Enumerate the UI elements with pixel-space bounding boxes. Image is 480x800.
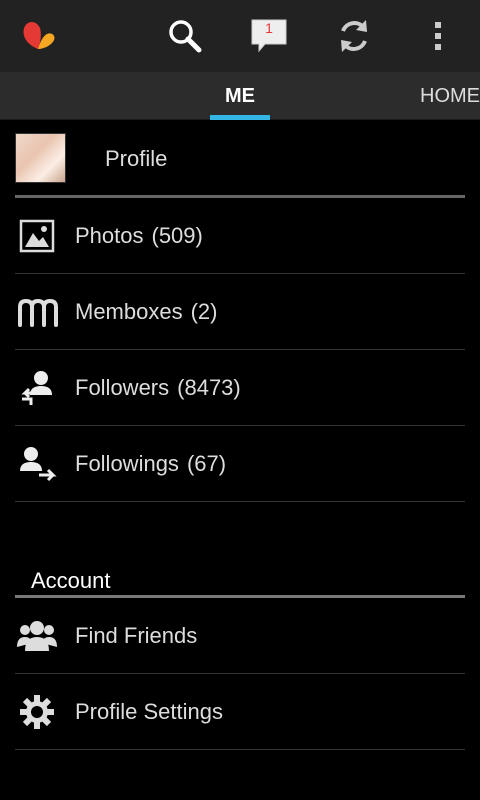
- memboxes-count: (2): [190, 299, 218, 324]
- list-item-find-friends[interactable]: Find Friends: [15, 598, 465, 674]
- profile-settings-label: Profile Settings: [75, 699, 223, 724]
- profile-row[interactable]: Profile: [15, 120, 465, 198]
- tab-home-label: HOME: [420, 84, 480, 107]
- tab-home[interactable]: HOME: [420, 72, 480, 120]
- settings-gear-icon: [15, 692, 59, 732]
- account-header-label: Account: [31, 568, 111, 593]
- account-section-header: Account: [15, 560, 465, 598]
- followings-count: (67): [186, 451, 227, 476]
- followers-icon: [15, 368, 59, 408]
- overflow-menu-button[interactable]: [414, 12, 462, 60]
- action-bar: 1: [0, 0, 480, 72]
- list-item-photos[interactable]: Photos (509): [15, 198, 465, 274]
- followers-count: (8473): [177, 375, 241, 400]
- list-item-memboxes[interactable]: Memboxes (2): [15, 274, 465, 350]
- notifications-button[interactable]: 1: [245, 12, 293, 60]
- followings-icon: [15, 444, 59, 484]
- search-button[interactable]: [161, 12, 209, 60]
- find-friends-icon: [15, 616, 59, 656]
- memboxes-label: Memboxes (2): [75, 299, 218, 324]
- list-item-followings[interactable]: Followings (67): [15, 426, 465, 502]
- photos-label: Photos (509): [75, 223, 203, 248]
- overflow-menu-icon: [435, 22, 441, 50]
- tab-me[interactable]: ME: [210, 72, 270, 120]
- followings-label: Followings (67): [75, 451, 227, 476]
- photos-count: (509): [151, 223, 203, 248]
- followers-label: Followers (8473): [75, 375, 241, 400]
- refresh-button[interactable]: [330, 12, 378, 60]
- find-friends-label: Find Friends: [75, 623, 198, 648]
- tab-me-label: ME: [225, 84, 255, 107]
- tab-bar: ME HOME: [0, 72, 480, 120]
- list-item-followers[interactable]: Followers (8473): [15, 350, 465, 426]
- list-item-profile-settings[interactable]: Profile Settings: [15, 674, 465, 750]
- app-logo-icon[interactable]: [18, 18, 58, 54]
- photo-icon: [15, 216, 59, 256]
- membox-icon: [15, 292, 59, 332]
- refresh-icon: [341, 20, 367, 52]
- avatar: [15, 133, 66, 183]
- search-icon: [169, 20, 202, 53]
- notification-count: 1: [265, 20, 273, 36]
- profile-label: Profile: [105, 146, 168, 171]
